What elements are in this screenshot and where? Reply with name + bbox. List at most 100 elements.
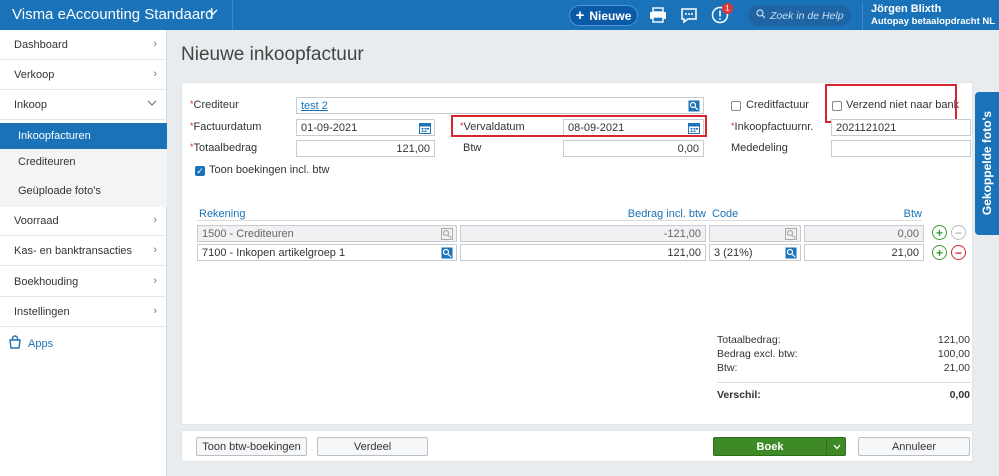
user-menu[interactable]: Jörgen Blixth Autopay betaalopdracht NL [862, 3, 999, 30]
shopping-bag-icon [8, 335, 22, 352]
crediteur-link[interactable]: test 2 [301, 100, 328, 112]
chevron-right-icon: › [153, 38, 157, 50]
rekening-value: 7100 - Inkopen artikelgroep 1 [202, 246, 346, 259]
lookup-icon [785, 228, 797, 243]
bedrag-field-row2[interactable]: 121,00 [460, 244, 706, 261]
rekening-value: 1500 - Crediteuren [202, 227, 294, 240]
plus-icon: + [575, 7, 585, 24]
apps-label: Apps [28, 337, 54, 350]
chevron-right-icon: › [153, 244, 157, 256]
sidebar-item-label: Kas- en banktransacties [14, 245, 133, 257]
new-button[interactable]: + Nieuwe [569, 5, 638, 26]
user-name: Jörgen Blixth [871, 3, 942, 15]
totals-excl-value: 100,00 [937, 348, 970, 360]
boek-button-label: Boek [756, 440, 784, 453]
sidebar: Dashboard › Verkoop › Inkoop Inkoopfactu… [0, 30, 167, 476]
chevron-down-icon[interactable] [208, 7, 218, 20]
toon-boekingen-checkbox[interactable]: ✓ [195, 166, 205, 176]
sidebar-subitem-inkoopfacturen[interactable]: Inkoopfacturen [0, 123, 167, 149]
highlight-box [825, 84, 957, 123]
chevron-right-icon: › [153, 68, 157, 80]
btw-field-row1[interactable]: 0,00 [804, 225, 924, 242]
notification-badge: 1 [722, 3, 733, 14]
add-row-button[interactable]: + [932, 225, 947, 240]
inkoopfactuurnr-label: *Inkoopfactuurnr. [731, 121, 814, 133]
verdeel-button[interactable]: Verdeel [317, 437, 428, 456]
creditfactuur-label: Creditfactuur [746, 99, 809, 111]
lookup-icon [441, 228, 453, 243]
remove-row-button[interactable]: − [951, 225, 966, 240]
lookup-icon[interactable] [441, 247, 453, 262]
linked-photos-tab[interactable]: Gekoppelde foto's [975, 92, 999, 235]
chat-icon[interactable] [678, 5, 700, 25]
mededeling-field[interactable] [831, 140, 971, 157]
totals-totaalbedrag-label: Totaalbedrag: [717, 334, 781, 346]
mededeling-label: Mededeling [731, 142, 788, 154]
btw-field-row2[interactable]: 21,00 [804, 244, 924, 261]
sidebar-item-verkoop[interactable]: Verkoop › [0, 61, 167, 90]
divider [717, 382, 971, 383]
app-title[interactable]: Visma eAccounting Standaard [12, 6, 214, 23]
chevron-right-icon: › [153, 275, 157, 287]
totals-btw-value: 21,00 [943, 362, 970, 374]
page-title: Nieuwe inkoopfactuur [181, 44, 364, 65]
bedrag-field-row1[interactable]: -121,00 [460, 225, 706, 242]
totals-verschil-label: Verschil: [717, 389, 761, 401]
remove-row-button[interactable]: − [951, 245, 966, 260]
chevron-down-icon [147, 98, 157, 111]
search-icon [756, 9, 766, 22]
sidebar-item-label: Boekhouding [14, 276, 79, 288]
sidebar-item-boekhouding[interactable]: Boekhouding › [0, 268, 167, 297]
top-bar: Visma eAccounting Standaard + Nieuwe 1 Z… [0, 0, 999, 30]
lookup-icon[interactable] [688, 100, 700, 115]
rekening-field-row2[interactable]: 7100 - Inkopen artikelgroep 1 [197, 244, 457, 261]
new-button-label: Nieuwe [589, 8, 632, 23]
sidebar-item-kas-bank[interactable]: Kas- en banktransacties › [0, 237, 167, 266]
creditfactuur-checkbox[interactable] [731, 101, 741, 111]
btw-label: Btw [463, 142, 482, 154]
boek-button[interactable]: Boek [713, 437, 846, 456]
sidebar-item-label: Dashboard [14, 39, 68, 51]
sidebar-item-label: Instellingen [14, 306, 70, 318]
btw-field[interactable]: 0,00 [563, 140, 704, 157]
totaalbedrag-field[interactable]: 121,00 [296, 140, 435, 157]
rekening-field-row1[interactable]: 1500 - Crediteuren [197, 225, 457, 242]
sidebar-subitem-geuploade-fotos[interactable]: Geüploade foto's [0, 175, 167, 207]
highlight-box [451, 115, 707, 137]
totals-totaalbedrag-value: 121,00 [937, 334, 970, 346]
add-row-button[interactable]: + [932, 245, 947, 260]
sidebar-item-voorraad[interactable]: Voorraad › [0, 207, 167, 236]
code-field-row1[interactable] [709, 225, 801, 242]
totaalbedrag-label: *Totaalbedrag [190, 142, 258, 154]
column-header-code: Code [712, 208, 739, 220]
sidebar-subitem-crediteuren[interactable]: Crediteuren [0, 149, 167, 175]
print-icon[interactable] [647, 5, 669, 25]
sidebar-item-inkoop[interactable]: Inkoop [0, 91, 167, 120]
crediteur-label: *Crediteur [190, 99, 239, 111]
sidebar-item-apps[interactable]: Apps [8, 335, 53, 352]
totals-excl-label: Bedrag excl. btw: [717, 348, 798, 360]
help-search-input[interactable]: Zoek in de Help [748, 5, 851, 26]
sidebar-item-label: Verkoop [14, 69, 55, 81]
divider [197, 220, 922, 221]
annuleer-button[interactable]: Annuleer [858, 437, 970, 456]
sidebar-item-dashboard[interactable]: Dashboard › [0, 31, 167, 60]
totals-verschil-value: 0,00 [949, 389, 970, 401]
toon-btw-boekingen-button[interactable]: Toon btw-boekingen [196, 437, 307, 456]
search-placeholder: Zoek in de Help [770, 9, 844, 22]
code-value: 3 (21%) [714, 246, 753, 259]
column-header-bedrag: Bedrag incl. btw [627, 208, 706, 220]
crediteur-field[interactable]: test 2 [296, 97, 704, 114]
sidebar-item-instellingen[interactable]: Instellingen › [0, 298, 167, 327]
sidebar-item-label: Voorraad [14, 215, 59, 227]
calendar-icon[interactable] [419, 122, 431, 137]
column-header-btw: Btw [903, 208, 922, 220]
inkoopfactuurnr-field[interactable]: 2021121021 [831, 119, 971, 136]
chevron-right-icon: › [153, 214, 157, 226]
code-field-row2[interactable]: 3 (21%) [709, 244, 801, 261]
linked-photos-label: Gekoppelde foto's [980, 110, 994, 216]
factuurdatum-field[interactable]: 01-09-2021 [296, 119, 435, 136]
chevron-down-icon[interactable] [827, 438, 846, 455]
sidebar-item-label: Inkoop [14, 99, 48, 111]
lookup-icon[interactable] [785, 247, 797, 262]
